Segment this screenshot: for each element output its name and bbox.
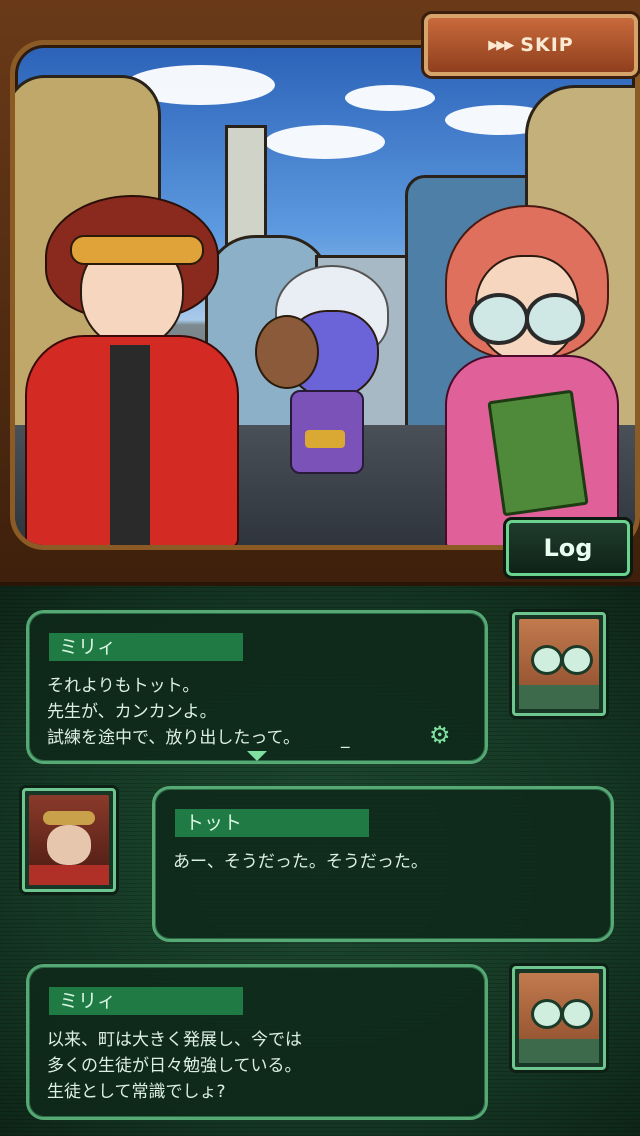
log-label: Log [543,534,593,562]
speaker-name: ミリィ [49,987,243,1015]
cloud [345,85,435,111]
character-totto [25,195,239,545]
character-creature [245,265,395,485]
cloud [265,125,385,159]
chevron-down-icon [247,751,267,761]
story-scene [10,40,640,550]
scene-frame: ▶▶▶ SKIP Log [0,0,640,586]
portrait-milly [512,612,606,716]
skip-label: SKIP [520,34,574,56]
portrait-milly [512,966,606,1070]
dialog-log-panel: ミリィ それよりもトット。 先生が、カンカンよ。 試練を途中で、放り出したって。… [0,586,640,1136]
dialog-text: あー、そうだった。そうだった。 [173,852,428,872]
gear-icon[interactable]: ⚙ [429,721,451,749]
dialog-bubble-log: ミリィ 以来、町は大きく発展し、今では 多くの生徒が日々勉強している。 生徒とし… [26,964,488,1120]
dialog-bubble-log: トット あー、そうだった。そうだった。 [152,786,614,942]
speaker-name: トット [175,809,369,837]
portrait-totto [22,788,116,892]
fast-forward-icon: ▶▶▶ [488,37,514,53]
speaker-name: ミリィ [49,633,243,661]
text-cursor: _ [341,729,350,749]
dialog-text: それよりもトット。 先生が、カンカンよ。 試練を途中で、放り出したって。 [47,676,300,748]
skip-button[interactable]: ▶▶▶ SKIP [424,14,638,76]
log-button[interactable]: Log [506,520,630,576]
dialog-text: 以来、町は大きく発展し、今では 多くの生徒が日々勉強している。 生徒として常識で… [47,1030,302,1102]
dialog-bubble-current[interactable]: ミリィ それよりもトット。 先生が、カンカンよ。 試練を途中で、放り出したって。… [26,610,488,764]
character-milly [435,205,619,545]
